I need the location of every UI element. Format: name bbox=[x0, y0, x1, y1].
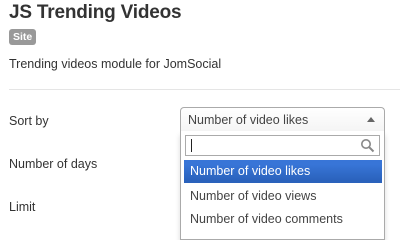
option-video-views[interactable]: Number of video views bbox=[184, 185, 382, 208]
dropdown-search-field[interactable] bbox=[185, 135, 380, 156]
sort-by-selected-value: Number of video likes bbox=[188, 113, 309, 127]
module-title: JS Trending Videos bbox=[9, 2, 182, 23]
site-badge: Site bbox=[9, 29, 37, 45]
search-icon bbox=[361, 139, 375, 153]
text-caret bbox=[191, 139, 192, 152]
sort-by-label: Sort by bbox=[9, 114, 49, 128]
number-of-days-label: Number of days bbox=[9, 157, 98, 171]
limit-label: Limit bbox=[9, 200, 36, 214]
arrow-up-icon bbox=[367, 117, 375, 122]
option-video-comments[interactable]: Number of video comments bbox=[184, 208, 382, 231]
module-description: Trending videos module for JomSocial bbox=[9, 57, 222, 71]
sort-by-select[interactable]: Number of video likes bbox=[180, 107, 385, 132]
option-video-likes[interactable]: Number of video likes bbox=[184, 160, 382, 183]
sort-by-dropdown: Number of video likes Number of video vi… bbox=[180, 131, 385, 240]
divider bbox=[9, 89, 400, 90]
